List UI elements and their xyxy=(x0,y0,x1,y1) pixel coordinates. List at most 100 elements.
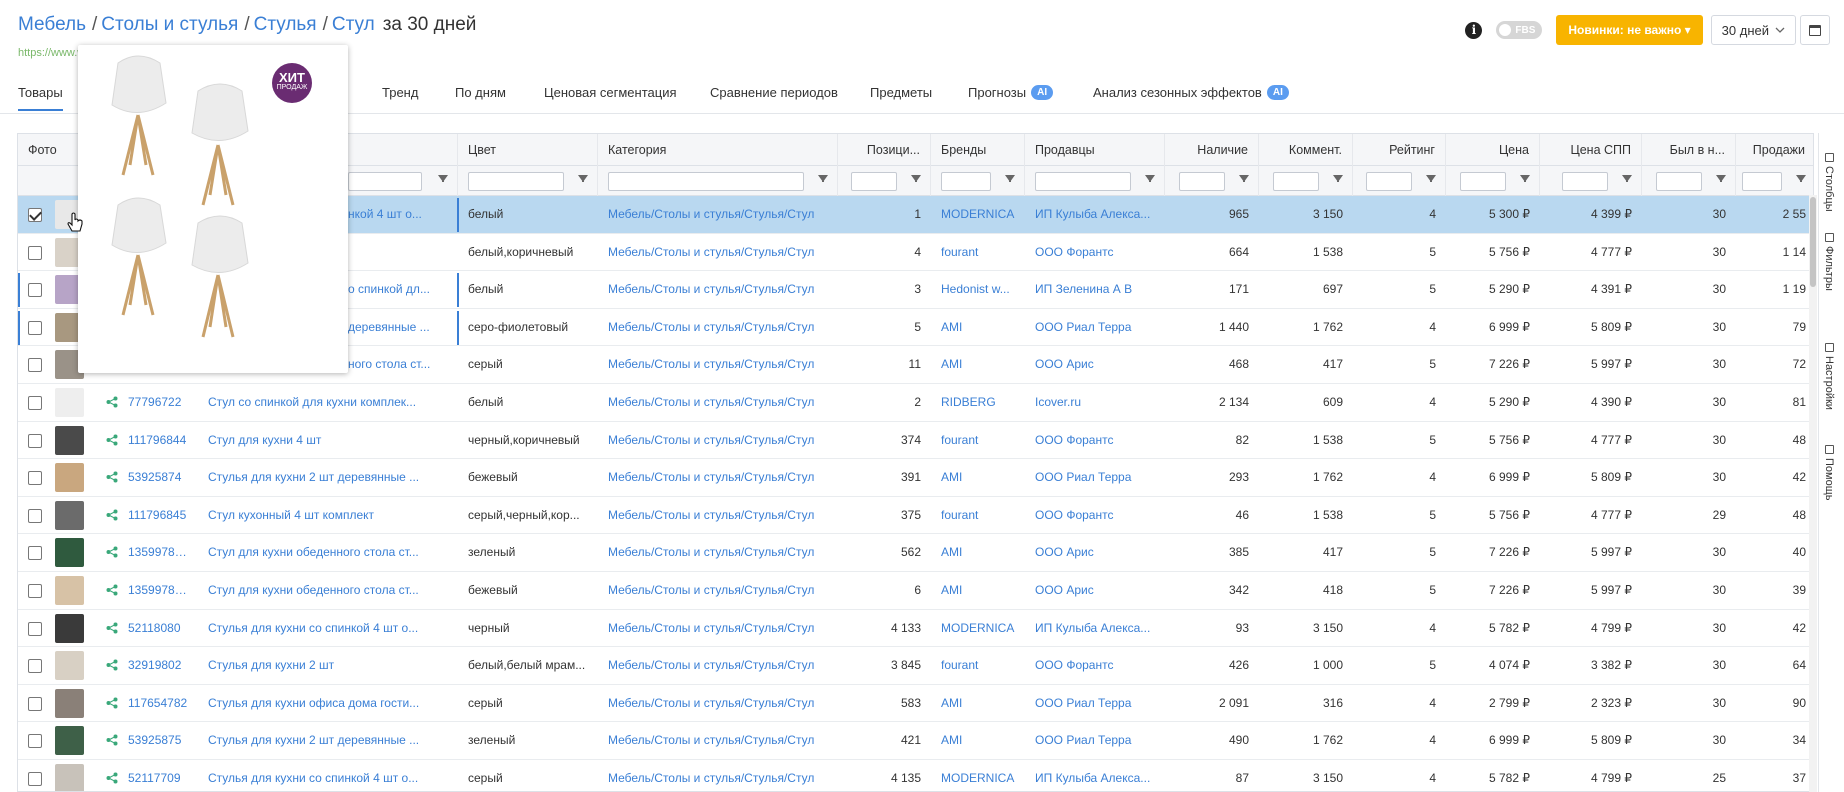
filter-input[interactable] xyxy=(608,172,804,191)
product-id-link[interactable]: 32919802 xyxy=(118,647,198,684)
row-checkbox[interactable] xyxy=(28,734,42,749)
product-thumbnail[interactable] xyxy=(55,688,84,718)
table-row[interactable]: 77796722 Стул со спинкой для кухни компле… xyxy=(18,384,1813,422)
vertical-scrollbar[interactable] xyxy=(1809,195,1817,792)
filter-icon[interactable] xyxy=(1520,175,1530,182)
cell-category[interactable]: Мебель/Столы и стулья/Стулья/Стул xyxy=(598,196,838,233)
filter-input[interactable] xyxy=(468,172,564,191)
product-id-link[interactable]: 135997871 xyxy=(118,572,198,609)
cell-category[interactable]: Мебель/Столы и стулья/Стулья/Стул xyxy=(598,459,838,496)
product-id-link[interactable]: 53925875 xyxy=(118,722,198,759)
filter-input[interactable] xyxy=(1656,172,1702,191)
table-row[interactable]: 111796844 Стул для кухни 4 шт черный,корич… xyxy=(18,422,1813,460)
cell-seller[interactable]: ООО Форантс xyxy=(1025,497,1165,534)
row-checkbox[interactable] xyxy=(28,208,42,222)
product-id-link[interactable]: 77796722 xyxy=(118,384,198,421)
product-name-link[interactable]: Стулья для кухни со спинкой 4 шт о... xyxy=(198,610,458,647)
filter-icon[interactable] xyxy=(1145,175,1155,182)
filter-input[interactable] xyxy=(851,172,897,191)
column-header-2[interactable]: Цвет xyxy=(458,134,598,166)
product-name-link[interactable]: Стул для кухни обеденного стола ст... xyxy=(198,572,458,609)
filter-input[interactable] xyxy=(941,172,991,191)
column-header-13[interactable]: Продажи xyxy=(1736,134,1813,166)
cell-brand[interactable]: MODERNICA xyxy=(931,760,1025,791)
filter-icon[interactable] xyxy=(578,175,588,182)
column-header-9[interactable]: Рейтинг xyxy=(1353,134,1446,166)
tab-4[interactable]: Ценовая сегментация xyxy=(544,85,677,100)
product-id-link[interactable]: 52118080 xyxy=(118,610,198,647)
cell-seller[interactable]: ИП Кулыба Алекса... xyxy=(1025,760,1165,791)
filter-icon[interactable] xyxy=(1796,175,1806,182)
table-row[interactable]: 32919802 Стулья для кухни 2 шт белый,белый… xyxy=(18,647,1813,685)
tab-trend[interactable]: Тренд xyxy=(382,85,418,100)
row-checkbox[interactable] xyxy=(28,546,42,561)
product-name-link[interactable]: Стулья для кухни 2 шт xyxy=(198,647,458,684)
side-tab-columns[interactable]: Столбцы xyxy=(1823,153,1835,212)
cell-brand[interactable]: fourant xyxy=(931,497,1025,534)
cell-brand[interactable]: Hedonist w... xyxy=(931,271,1025,308)
product-name-link[interactable]: Стул для кухни обеденного стола ст... xyxy=(198,534,458,571)
share-icon[interactable] xyxy=(106,546,118,558)
table-row[interactable]: 52117709 Стулья для кухни со спинкой 4 шт… xyxy=(18,760,1813,791)
tab-8[interactable]: Анализ сезонных эффектов AI xyxy=(1093,85,1289,100)
product-thumbnail[interactable] xyxy=(55,651,84,681)
side-tab-help[interactable]: Помощь xyxy=(1823,445,1835,501)
filter-input[interactable] xyxy=(348,172,422,191)
share-icon[interactable] xyxy=(106,622,118,634)
cell-seller[interactable]: ООО Форантс xyxy=(1025,234,1165,271)
column-header-10[interactable]: Цена xyxy=(1446,134,1540,166)
row-checkbox[interactable] xyxy=(28,508,42,523)
cell-category[interactable]: Мебель/Столы и стулья/Стулья/Стул xyxy=(598,497,838,534)
filter-icon[interactable] xyxy=(1716,175,1726,182)
product-thumbnail[interactable] xyxy=(55,538,84,568)
row-checkbox[interactable] xyxy=(28,621,42,636)
cell-category[interactable]: Мебель/Столы и стулья/Стулья/Стул xyxy=(598,234,838,271)
cell-brand[interactable]: fourant xyxy=(931,234,1025,271)
calendar-button[interactable] xyxy=(1800,15,1830,45)
product-thumbnail[interactable] xyxy=(55,500,84,530)
tab-5[interactable]: Сравнение периодов xyxy=(710,85,838,100)
filter-icon[interactable] xyxy=(1005,175,1015,182)
cell-seller[interactable]: ООО Арис xyxy=(1025,346,1165,383)
breadcrumb-item-chair[interactable]: Стул xyxy=(332,14,375,35)
row-checkbox[interactable] xyxy=(28,696,42,711)
product-name-link[interactable]: Стулья для кухни 2 шт деревянные ... xyxy=(198,459,458,496)
product-name-link[interactable]: Стул для кухни 4 шт xyxy=(198,422,458,459)
column-header-8[interactable]: Коммент. xyxy=(1259,134,1353,166)
filter-icon[interactable] xyxy=(438,175,448,182)
row-checkbox[interactable] xyxy=(28,659,42,674)
cell-brand[interactable]: AMI xyxy=(931,572,1025,609)
table-row[interactable]: 53925874 Стулья для кухни 2 шт деревянные… xyxy=(18,459,1813,497)
filter-input[interactable] xyxy=(1562,172,1608,191)
row-checkbox[interactable] xyxy=(28,283,42,298)
filter-icon[interactable] xyxy=(1239,175,1249,182)
share-icon[interactable] xyxy=(106,659,118,671)
filter-input[interactable] xyxy=(1366,172,1412,191)
share-icon[interactable] xyxy=(106,434,118,446)
cell-category[interactable]: Мебель/Столы и стулья/Стулья/Стул xyxy=(598,534,838,571)
row-checkbox[interactable] xyxy=(28,772,42,786)
cell-category[interactable]: Мебель/Столы и стулья/Стулья/Стул xyxy=(598,384,838,421)
column-header-6[interactable]: Продавцы xyxy=(1025,134,1165,166)
row-checkbox[interactable] xyxy=(28,396,42,410)
product-id-link[interactable]: 111796845 xyxy=(118,497,198,534)
column-header-3[interactable]: Категория xyxy=(598,134,838,166)
cell-brand[interactable]: AMI xyxy=(931,309,1025,346)
product-name-link[interactable]: Стулья для кухни 2 шт деревянные ... xyxy=(198,722,458,759)
tab-6[interactable]: Предметы xyxy=(870,85,932,100)
product-id-link[interactable]: 52117709 xyxy=(118,760,198,791)
product-thumbnail[interactable] xyxy=(55,576,84,605)
cell-category[interactable]: Мебель/Столы и стулья/Стулья/Стул xyxy=(598,422,838,459)
cell-category[interactable]: Мебель/Столы и стулья/Стулья/Стул xyxy=(598,572,838,609)
cell-brand[interactable]: AMI xyxy=(931,685,1025,722)
product-thumbnail[interactable] xyxy=(55,613,84,643)
cell-brand[interactable]: AMI xyxy=(931,459,1025,496)
column-header-5[interactable]: Бренды xyxy=(931,134,1025,166)
cell-category[interactable]: Мебель/Столы и стулья/Стулья/Стул xyxy=(598,610,838,647)
novelty-dropdown[interactable]: Новинки: не важно ▾ xyxy=(1556,15,1703,45)
table-row[interactable]: 135997871 Стул для кухни обеденного стола… xyxy=(18,572,1813,610)
filter-input[interactable] xyxy=(1273,172,1319,191)
filter-icon[interactable] xyxy=(1333,175,1343,182)
row-checkbox[interactable] xyxy=(28,433,42,448)
column-header-12[interactable]: Был в н... xyxy=(1642,134,1736,166)
